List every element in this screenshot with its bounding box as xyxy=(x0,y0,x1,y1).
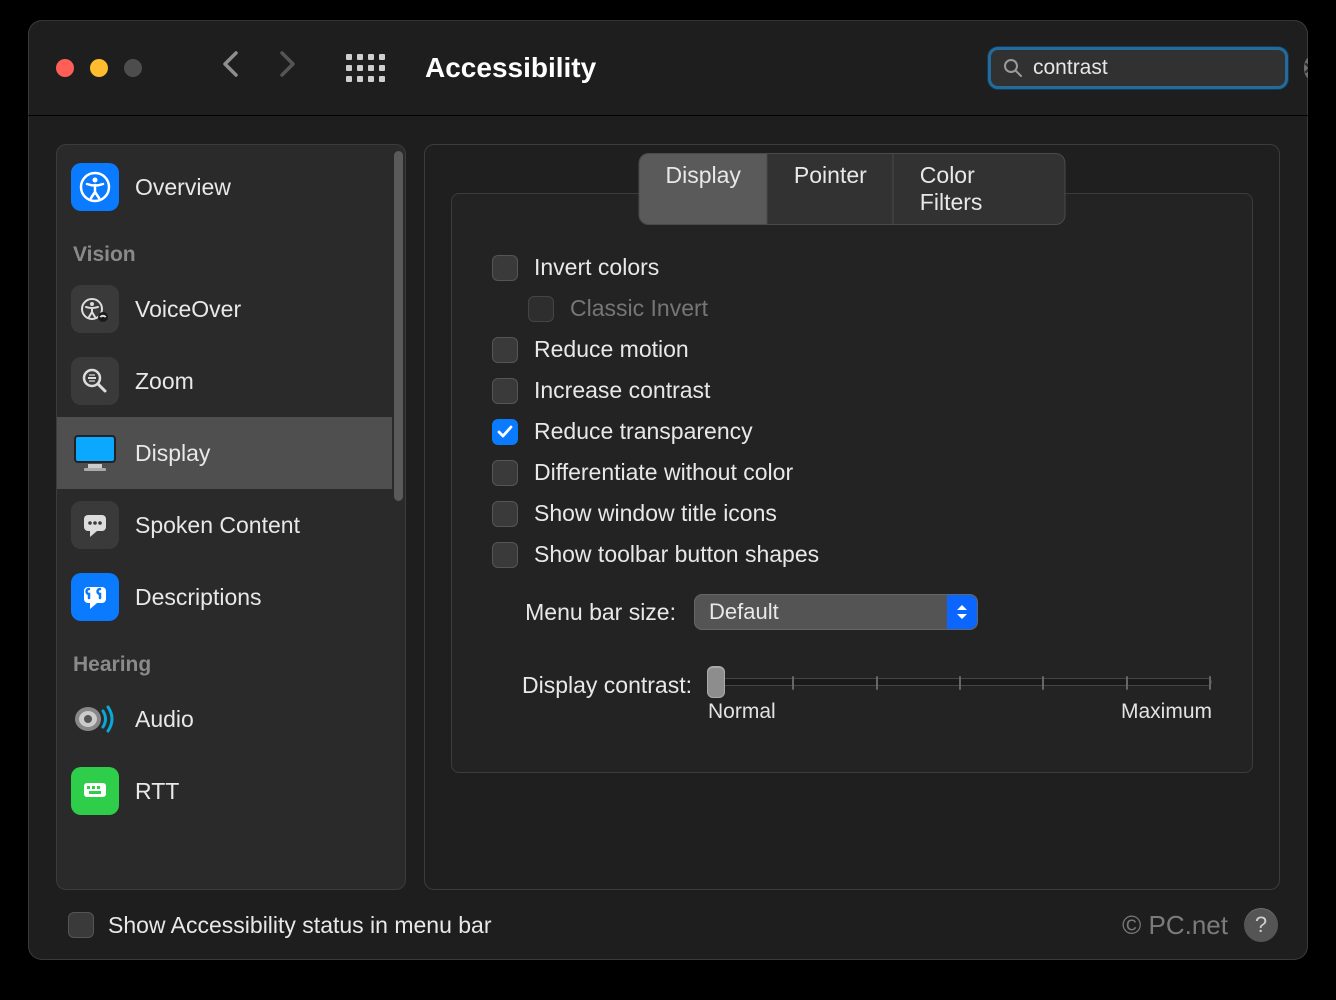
sidebar-section-hearing: Hearing xyxy=(57,633,392,683)
scrollbar-thumb[interactable] xyxy=(394,151,403,501)
sidebar-item-label: Overview xyxy=(135,174,231,201)
sidebar-scrollbar[interactable] xyxy=(392,144,406,890)
preferences-window: Accessibility Overview Vision xyxy=(28,20,1308,960)
sidebar-section-vision: Vision xyxy=(57,223,392,273)
sidebar-item-audio[interactable]: Audio xyxy=(57,683,392,755)
show-all-button[interactable] xyxy=(346,54,385,82)
select-value: Default xyxy=(709,599,779,625)
close-window-button[interactable] xyxy=(56,59,74,77)
sidebar-item-rtt[interactable]: RTT xyxy=(57,755,392,827)
slider-ticks xyxy=(709,679,1211,685)
sidebar-item-spoken-content[interactable]: Spoken Content xyxy=(57,489,392,561)
select-stepper-icon xyxy=(947,595,977,629)
label-invert-colors: Invert colors xyxy=(534,254,659,281)
label-window-title-icons: Show window title icons xyxy=(534,500,777,527)
audio-icon xyxy=(71,695,119,743)
tab-color-filters[interactable]: Color Filters xyxy=(893,154,1065,224)
checkbox-status-menubar[interactable] xyxy=(68,912,94,938)
label-status-menubar: Show Accessibility status in menu bar xyxy=(108,912,492,939)
nav-arrows xyxy=(222,51,296,84)
minimize-window-button[interactable] xyxy=(90,59,108,77)
sidebar-item-descriptions[interactable]: Descriptions xyxy=(57,561,392,633)
segmented-tabs: Display Pointer Color Filters xyxy=(639,153,1066,225)
descriptions-icon xyxy=(71,573,119,621)
footer: Show Accessibility status in menu bar © … xyxy=(28,890,1308,960)
sidebar-item-zoom[interactable]: Zoom xyxy=(57,345,392,417)
clear-search-button[interactable] xyxy=(1304,57,1308,79)
label-differentiate-color: Differentiate without color xyxy=(534,459,793,486)
tab-display[interactable]: Display xyxy=(640,154,767,224)
sidebar-item-label: Descriptions xyxy=(135,584,262,611)
search-field[interactable] xyxy=(988,47,1288,89)
slider-min-label: Normal xyxy=(708,700,776,724)
label-classic-invert: Classic Invert xyxy=(570,295,708,322)
checkbox-increase-contrast[interactable] xyxy=(492,378,518,404)
forward-button[interactable] xyxy=(280,51,296,84)
slider-max-label: Maximum xyxy=(1121,700,1212,724)
sidebar-item-voiceover[interactable]: VoiceOver xyxy=(57,273,392,345)
spoken-content-icon xyxy=(71,501,119,549)
checkbox-reduce-transparency[interactable] xyxy=(492,419,518,445)
menu-bar-size-select[interactable]: Default xyxy=(694,594,978,630)
checkbox-invert-colors[interactable] xyxy=(492,255,518,281)
display-icon xyxy=(71,429,119,477)
zoom-icon xyxy=(71,357,119,405)
display-contrast-label: Display contrast: xyxy=(492,670,692,699)
label-reduce-motion: Reduce motion xyxy=(534,336,689,363)
sidebar-item-label: RTT xyxy=(135,778,179,805)
sidebar-item-label: Spoken Content xyxy=(135,512,300,539)
sidebar: Overview Vision VoiceOver Zoom xyxy=(56,144,392,890)
checkbox-classic-invert xyxy=(528,296,554,322)
sidebar-item-overview[interactable]: Overview xyxy=(57,151,392,223)
zoom-window-button xyxy=(124,59,142,77)
sidebar-item-label: Display xyxy=(135,440,210,467)
slider-thumb[interactable] xyxy=(707,666,725,698)
display-contrast-slider[interactable] xyxy=(708,678,1212,686)
sidebar-item-label: Zoom xyxy=(135,368,194,395)
window-title: Accessibility xyxy=(425,52,596,84)
checkbox-reduce-motion[interactable] xyxy=(492,337,518,363)
tab-pointer[interactable]: Pointer xyxy=(767,154,893,224)
label-reduce-transparency: Reduce transparency xyxy=(534,418,753,445)
accessibility-icon xyxy=(71,163,119,211)
titlebar: Accessibility xyxy=(28,20,1308,116)
checkbox-window-title-icons[interactable] xyxy=(492,501,518,527)
back-button[interactable] xyxy=(222,51,238,84)
help-button[interactable]: ? xyxy=(1244,908,1278,942)
search-input[interactable] xyxy=(1023,56,1304,80)
watermark-text: © PC.net xyxy=(1122,910,1228,941)
sidebar-item-display[interactable]: Display xyxy=(57,417,392,489)
display-options-group: Invert colors Classic Invert Reduce moti… xyxy=(451,193,1253,773)
traffic-lights xyxy=(56,59,142,77)
voiceover-icon xyxy=(71,285,119,333)
content-panel: Display Pointer Color Filters Invert col… xyxy=(424,144,1280,890)
sidebar-item-label: Audio xyxy=(135,706,194,733)
label-toolbar-shapes: Show toolbar button shapes xyxy=(534,541,819,568)
checkbox-differentiate-color[interactable] xyxy=(492,460,518,486)
body: Overview Vision VoiceOver Zoom xyxy=(28,116,1308,890)
menu-bar-size-label: Menu bar size: xyxy=(492,599,676,626)
search-icon xyxy=(1003,58,1023,78)
label-increase-contrast: Increase contrast xyxy=(534,377,710,404)
sidebar-item-label: VoiceOver xyxy=(135,296,241,323)
checkbox-toolbar-shapes[interactable] xyxy=(492,542,518,568)
rtt-icon xyxy=(71,767,119,815)
